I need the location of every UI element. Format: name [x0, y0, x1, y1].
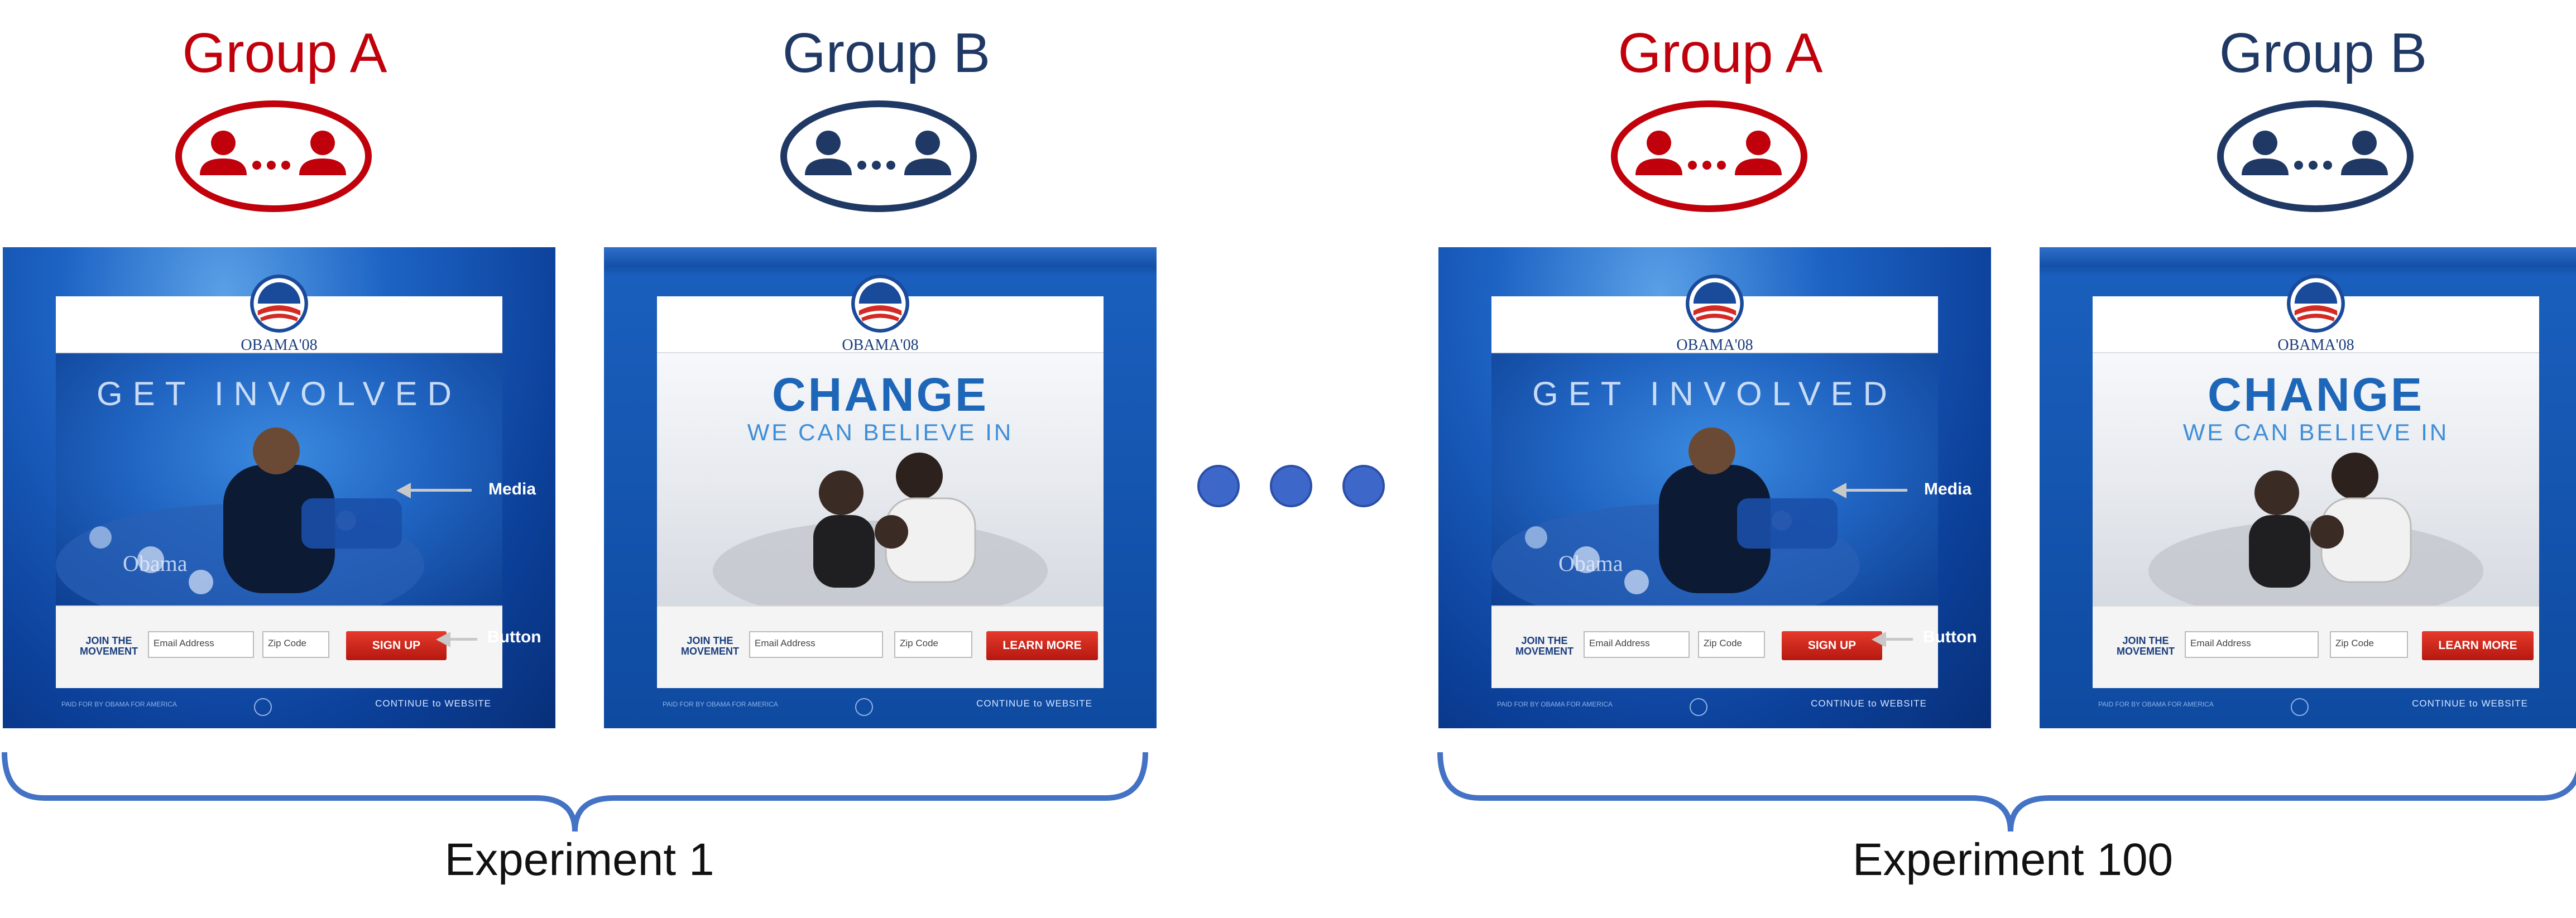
- exp1-variant-a-page: OBAMA'08 GET INVOLVED Obama JOIN THE MOV…: [3, 247, 555, 728]
- zip-field[interactable]: Zip Code: [894, 631, 972, 658]
- exp1-group-b-title: Group B: [782, 22, 991, 84]
- brand-text: OBAMA'08: [842, 337, 919, 354]
- crowd-photo-icon: Obama: [1491, 427, 1860, 605]
- exp1-group-a-users-icon: [175, 100, 372, 212]
- hero-media[interactable]: GET INVOLVED Obama: [56, 353, 502, 605]
- svg-text:Obama: Obama: [123, 551, 188, 576]
- sign-up-button[interactable]: SIGN UP: [1782, 631, 1882, 660]
- brand-text: OBAMA'08: [2277, 337, 2354, 354]
- continue-link[interactable]: CONTINUE to WEBSITE: [976, 698, 1092, 709]
- exp100-group-a-title: Group A: [1618, 22, 1823, 84]
- exp1-brace: [2, 752, 1148, 832]
- ellipsis-dot: [1270, 465, 1312, 507]
- footer-disclaimer: PAID FOR BY OBAMA FOR AMERICA: [2098, 700, 2214, 708]
- signup-form: JOIN THE MOVEMENT Email Address Zip Code…: [56, 605, 502, 688]
- crowd-photo-icon: Obama: [56, 427, 424, 605]
- exp100-brace: [1437, 752, 2576, 832]
- seal-icon: [254, 698, 272, 716]
- hero-media[interactable]: CHANGE WE CAN BELIEVE IN: [657, 353, 1104, 605]
- zip-field[interactable]: Zip Code: [1698, 631, 1765, 658]
- join-text: JOIN THE MOVEMENT: [79, 635, 138, 657]
- brand-text: OBAMA'08: [241, 337, 318, 354]
- media-annotation: Media: [1924, 480, 1972, 498]
- join-text: JOIN THE MOVEMENT: [680, 635, 739, 657]
- exp100-variant-a-page: OBAMA'08 GET INVOLVED Obama JOIN THE MOV…: [1438, 247, 1991, 728]
- join-text: JOIN THE MOVEMENT: [1515, 635, 1574, 657]
- email-field[interactable]: Email Address: [749, 631, 883, 658]
- footer-disclaimer: PAID FOR BY OBAMA FOR AMERICA: [1497, 700, 1613, 708]
- logo-strip: OBAMA'08: [1491, 275, 1938, 354]
- obama-logo-icon: [1686, 275, 1744, 333]
- sign-up-button[interactable]: SIGN UP: [346, 631, 447, 660]
- exp100-variant-b-page: OBAMA'08 CHANGE WE CAN BELIEVE IN JOIN T…: [2040, 247, 2576, 728]
- page-footer: PAID FOR BY OBAMA FOR AMERICA CONTINUE t…: [2093, 694, 2539, 722]
- page-footer: PAID FOR BY OBAMA FOR AMERICA CONTINUE t…: [657, 694, 1104, 722]
- hero-media[interactable]: CHANGE WE CAN BELIEVE IN: [2093, 353, 2539, 605]
- button-annotation: Button: [487, 628, 541, 646]
- ellipsis-dot: [1342, 465, 1385, 507]
- footer-disclaimer: PAID FOR BY OBAMA FOR AMERICA: [663, 700, 778, 708]
- brand-text: OBAMA'08: [1676, 337, 1753, 354]
- hero-media[interactable]: GET INVOLVED Obama: [1491, 353, 1938, 605]
- svg-text:Obama: Obama: [1558, 551, 1623, 576]
- exp1-group-a-title: Group A: [182, 22, 387, 84]
- learn-more-button[interactable]: LEARN MORE: [2422, 631, 2534, 660]
- logo-strip: OBAMA'08: [56, 275, 502, 354]
- email-field[interactable]: Email Address: [148, 631, 254, 658]
- signup-form: JOIN THE MOVEMENT Email Address Zip Code…: [2093, 605, 2539, 688]
- signup-form: JOIN THE MOVEMENT Email Address Zip Code…: [657, 605, 1104, 688]
- continue-link[interactable]: CONTINUE to WEBSITE: [1811, 698, 1927, 709]
- exp1-group-b-users-icon: [780, 100, 977, 212]
- button-annotation: Button: [1923, 628, 1977, 646]
- seal-icon: [855, 698, 873, 716]
- exp100-group-b-users-icon: [2217, 100, 2414, 212]
- signup-form: JOIN THE MOVEMENT Email Address Zip Code…: [1491, 605, 1938, 688]
- media-annotation: Media: [488, 480, 536, 498]
- email-field[interactable]: Email Address: [2185, 631, 2319, 658]
- exp100-group-a-users-icon: [1611, 100, 1807, 212]
- obama-logo-icon: [851, 275, 909, 333]
- obama-logo-icon: [2287, 275, 2345, 333]
- logo-strip: OBAMA'08: [657, 275, 1104, 354]
- logo-strip: OBAMA'08: [2093, 275, 2539, 354]
- zip-field[interactable]: Zip Code: [2330, 631, 2408, 658]
- exp1-variant-b-page: OBAMA'08 CHANGE WE CAN BELIEVE IN JOIN T…: [604, 247, 1157, 728]
- learn-more-button[interactable]: LEARN MORE: [986, 631, 1098, 660]
- obama-logo-icon: [250, 275, 308, 333]
- page-footer: PAID FOR BY OBAMA FOR AMERICA CONTINUE t…: [1491, 694, 1938, 722]
- family-photo-icon: [713, 453, 1048, 605]
- exp1-label: Experiment 1: [444, 834, 714, 885]
- page-footer: PAID FOR BY OBAMA FOR AMERICA CONTINUE t…: [56, 694, 502, 722]
- seal-icon: [1690, 698, 1707, 716]
- exp100-label: Experiment 100: [1852, 834, 2174, 885]
- email-field[interactable]: Email Address: [1584, 631, 1690, 658]
- exp100-group-b-title: Group B: [2219, 22, 2428, 84]
- continue-link[interactable]: CONTINUE to WEBSITE: [375, 698, 491, 709]
- footer-disclaimer: PAID FOR BY OBAMA FOR AMERICA: [61, 700, 177, 708]
- family-photo-icon: [2148, 453, 2483, 605]
- zip-field[interactable]: Zip Code: [262, 631, 329, 658]
- ellipsis-dot: [1197, 465, 1240, 507]
- seal-icon: [2291, 698, 2309, 716]
- continue-link[interactable]: CONTINUE to WEBSITE: [2412, 698, 2528, 709]
- join-text: JOIN THE MOVEMENT: [2116, 635, 2175, 657]
